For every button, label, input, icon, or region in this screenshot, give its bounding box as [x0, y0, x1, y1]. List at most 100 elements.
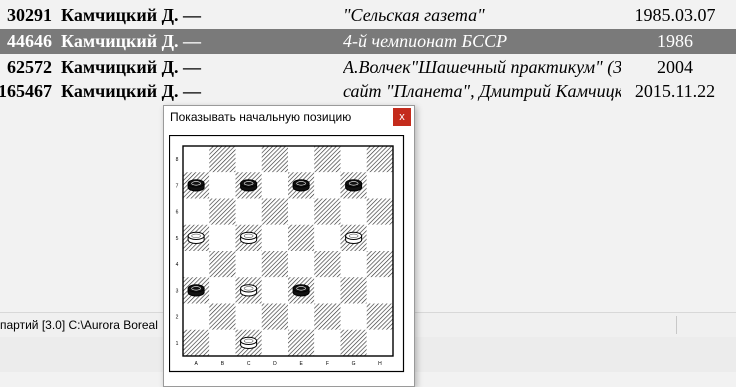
black-checker [292, 179, 310, 192]
game-date: 1986 [657, 31, 693, 51]
dark-square [340, 277, 367, 304]
game-date: 2004 [657, 57, 693, 77]
white-checker [240, 231, 258, 244]
white-checker [240, 284, 258, 297]
light-square [288, 198, 315, 225]
dialog-title: Показывать начальную позицию [170, 110, 352, 124]
dark-square [209, 146, 236, 173]
file-label: H [378, 361, 382, 367]
white-checker [345, 231, 363, 244]
rank-label: 2 [176, 315, 179, 321]
dark-square [366, 251, 393, 278]
dark-square [261, 146, 288, 173]
dark-square [366, 146, 393, 173]
rank-label: 8 [176, 157, 179, 163]
light-square [261, 277, 288, 304]
light-square [366, 172, 393, 199]
light-square [235, 146, 262, 173]
light-square [366, 277, 393, 304]
file-label: C [247, 361, 251, 367]
game-row-selected[interactable]: 44646 Камчицкий Д. — 4-й чемпионат БССР … [0, 29, 736, 54]
dark-square [261, 251, 288, 278]
dark-square [261, 198, 288, 225]
light-square [235, 198, 262, 225]
game-row[interactable]: 30291 Камчицкий Д. — "Сельская газета" 1… [0, 3, 736, 28]
light-square [340, 146, 367, 173]
game-date: 1985.03.07 [634, 5, 716, 25]
start-position-dialog: Показывать начальную позицию x 87654321 … [163, 105, 415, 387]
dark-square [183, 329, 210, 356]
light-square [340, 303, 367, 330]
light-square [314, 277, 341, 304]
light-square [209, 277, 236, 304]
dark-square [366, 198, 393, 225]
light-square [366, 329, 393, 356]
black-checker [240, 179, 258, 192]
game-source: сайт "Планета", Дмитрий Камчицк [343, 81, 621, 101]
rank-label: 5 [176, 236, 179, 242]
black-checker [292, 284, 310, 297]
game-id: 165467 [0, 81, 52, 101]
dark-square [314, 146, 341, 173]
black-checker [187, 179, 205, 192]
dark-square [314, 198, 341, 225]
black-checker [345, 179, 363, 192]
game-source: А.Волчек"Шашечный практикум" (3 [343, 57, 621, 77]
game-player: Камчицкий Д. — [61, 81, 201, 101]
dark-square [209, 303, 236, 330]
light-square [288, 251, 315, 278]
dark-square [366, 303, 393, 330]
dark-square [209, 198, 236, 225]
light-square [235, 303, 262, 330]
light-square [314, 172, 341, 199]
light-square [183, 146, 210, 173]
game-id: 62572 [7, 57, 52, 77]
dark-square [314, 303, 341, 330]
light-square [340, 198, 367, 225]
light-square [288, 303, 315, 330]
light-square [183, 251, 210, 278]
light-square [314, 224, 341, 251]
light-square [261, 172, 288, 199]
light-square [183, 303, 210, 330]
light-square [183, 198, 210, 225]
dark-square [314, 251, 341, 278]
status-text: а партий [3.0] C:\Aurora Boreal [0, 318, 158, 332]
light-square [261, 224, 288, 251]
game-id: 44646 [7, 31, 52, 51]
close-button[interactable]: x [393, 108, 411, 126]
game-date: 2015.11.22 [634, 81, 716, 101]
game-row[interactable]: 165467 Камчицкий Д. — сайт "Планета", Дм… [0, 79, 736, 104]
white-checker [240, 336, 258, 349]
white-checker [187, 231, 205, 244]
rank-label: 7 [176, 183, 179, 189]
file-label: F [326, 361, 329, 367]
light-square [314, 329, 341, 356]
dark-square [288, 329, 315, 356]
light-square [340, 251, 367, 278]
light-square [235, 251, 262, 278]
game-row[interactable]: 62572 Камчицкий Д. — А.Волчек"Шашечный п… [0, 55, 736, 80]
game-player: Камчицкий Д. — [61, 57, 201, 77]
dark-square [261, 303, 288, 330]
game-id: 30291 [7, 5, 52, 25]
light-square [366, 224, 393, 251]
game-player: Камчицкий Д. — [61, 5, 201, 25]
light-square [209, 329, 236, 356]
checkers-board: 87654321 ABCDEFGH [169, 135, 405, 373]
game-source: 4-й чемпионат БССР [343, 31, 508, 51]
file-label: D [273, 361, 277, 367]
file-label: G [352, 361, 356, 367]
dark-square [340, 329, 367, 356]
light-square [288, 146, 315, 173]
rank-label: 3 [176, 288, 179, 294]
game-player: Камчицкий Д. — [61, 31, 201, 51]
light-square [209, 172, 236, 199]
game-source: "Сельская газета" [343, 5, 485, 25]
status-separator [676, 316, 677, 334]
dark-square [209, 251, 236, 278]
black-checker [187, 284, 205, 297]
light-square [209, 224, 236, 251]
light-square [261, 329, 288, 356]
dark-square [288, 224, 315, 251]
